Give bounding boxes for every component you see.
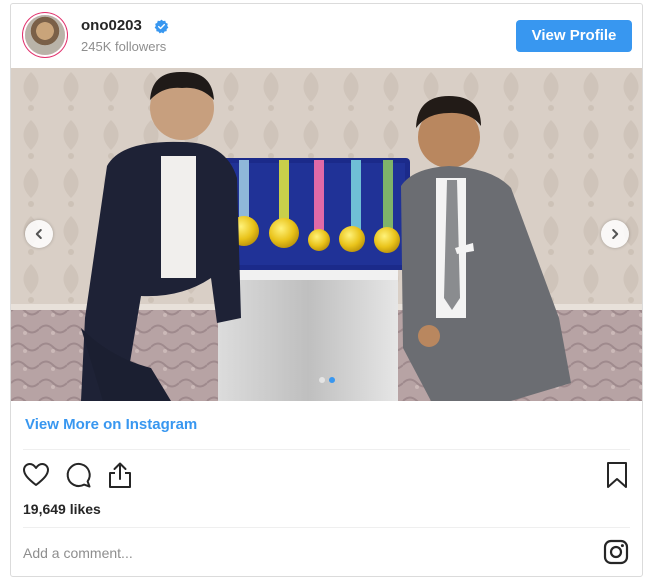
likes-count[interactable]: 19,649 likes [23, 501, 101, 517]
verified-badge-icon [154, 19, 169, 34]
post-header: ono0203 245K followers View Profile [11, 4, 642, 68]
instagram-embed-card: ono0203 245K followers View Profile View… [10, 3, 643, 577]
divider [23, 449, 630, 450]
view-more-link[interactable]: View More on Instagram [25, 416, 197, 433]
carousel-indicator [11, 377, 642, 383]
carousel-dot-active [328, 377, 335, 383]
share-icon[interactable] [105, 460, 135, 490]
chevron-left-icon [35, 229, 42, 239]
post-image[interactable] [11, 68, 642, 401]
instagram-icon[interactable] [603, 539, 629, 565]
heart-icon[interactable] [21, 460, 51, 490]
avatar[interactable] [25, 15, 65, 55]
bookmark-icon[interactable] [602, 460, 632, 490]
carousel-dot [318, 377, 325, 383]
carousel-next-button[interactable] [601, 220, 629, 248]
chevron-right-icon [612, 229, 619, 239]
username[interactable]: ono0203 [81, 17, 142, 34]
add-comment-input[interactable]: Add a comment... [23, 545, 133, 561]
divider [23, 527, 630, 528]
post-photo [11, 68, 642, 401]
view-profile-button[interactable]: View Profile [516, 20, 632, 52]
comment-icon[interactable] [63, 460, 93, 490]
follower-count: 245K followers [81, 39, 167, 54]
carousel-prev-button[interactable] [25, 220, 53, 248]
